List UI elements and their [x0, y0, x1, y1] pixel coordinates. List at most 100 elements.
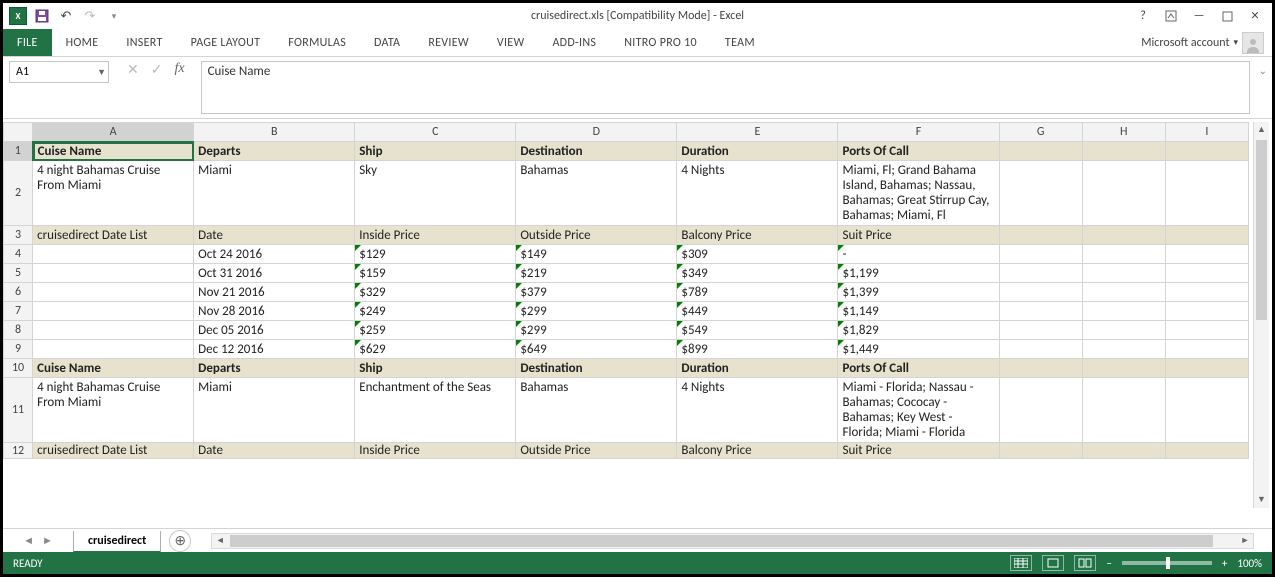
cell-C10[interactable]: Ship [355, 359, 516, 378]
cell-E12[interactable]: Balcony Price [677, 443, 838, 459]
cell-G2[interactable] [999, 161, 1082, 226]
cell-B1[interactable]: Departs [194, 142, 355, 161]
cell-E7[interactable]: $449 [677, 302, 838, 321]
sheet-prev-icon[interactable]: ◄ [23, 534, 34, 547]
cell-G11[interactable] [999, 378, 1082, 443]
scroll-up-icon[interactable]: ▲ [1254, 122, 1269, 138]
cell-I7[interactable] [1165, 302, 1248, 321]
cell-A11[interactable]: 4 night Bahamas Cruise From Miami [33, 378, 194, 443]
formula-cancel-icon[interactable]: ✕ [127, 61, 139, 78]
cell-G4[interactable] [999, 245, 1082, 264]
cell-A5[interactable] [33, 264, 194, 283]
cell-E10[interactable]: Duration [677, 359, 838, 378]
minimize-icon[interactable]: — [1190, 7, 1208, 25]
ribbon-tab-home[interactable]: HOME [52, 29, 113, 56]
hscroll-thumb[interactable] [230, 535, 1213, 547]
cell-C9[interactable]: $629 [355, 340, 516, 359]
cell-H9[interactable] [1082, 340, 1165, 359]
cell-D8[interactable]: $299 [516, 321, 677, 340]
cell-E9[interactable]: $899 [677, 340, 838, 359]
formula-enter-icon[interactable]: ✓ [151, 61, 163, 78]
scroll-left-icon[interactable]: ◄ [212, 534, 228, 548]
cell-H3[interactable] [1082, 226, 1165, 245]
row-header-3[interactable]: 3 [4, 226, 33, 245]
cell-D1[interactable]: Destination [516, 142, 677, 161]
cell-C1[interactable]: Ship [355, 142, 516, 161]
scroll-right-icon[interactable]: ► [1237, 534, 1253, 548]
cell-E2[interactable]: 4 Nights [677, 161, 838, 226]
sheet-next-icon[interactable]: ► [42, 534, 53, 547]
cell-E6[interactable]: $789 [677, 283, 838, 302]
cell-H7[interactable] [1082, 302, 1165, 321]
chevron-down-icon[interactable]: ▼ [97, 67, 106, 78]
cell-G1[interactable] [999, 142, 1082, 161]
cell-G7[interactable] [999, 302, 1082, 321]
name-box[interactable]: A1 ▼ [9, 61, 109, 83]
row-header-10[interactable]: 10 [4, 359, 33, 378]
cell-A9[interactable] [33, 340, 194, 359]
cell-G6[interactable] [999, 283, 1082, 302]
cell-H10[interactable] [1082, 359, 1165, 378]
cell-E5[interactable]: $349 [677, 264, 838, 283]
col-header-E[interactable]: E [677, 123, 838, 142]
normal-view-icon[interactable] [1010, 555, 1032, 571]
cell-G8[interactable] [999, 321, 1082, 340]
cell-B8[interactable]: Dec 05 2016 [194, 321, 355, 340]
cell-I5[interactable] [1165, 264, 1248, 283]
ribbon-tab-nitro-pro-10[interactable]: NITRO PRO 10 [610, 29, 711, 56]
cell-I11[interactable] [1165, 378, 1248, 443]
cell-I2[interactable] [1165, 161, 1248, 226]
cell-E11[interactable]: 4 Nights [677, 378, 838, 443]
redo-icon[interactable]: ↷ [81, 7, 99, 25]
account-label[interactable]: Microsoft account [1141, 36, 1229, 50]
cell-D12[interactable]: Outside Price [516, 443, 677, 459]
cell-D4[interactable]: $149 [516, 245, 677, 264]
cell-C7[interactable]: $249 [355, 302, 516, 321]
cell-G9[interactable] [999, 340, 1082, 359]
vertical-scrollbar[interactable]: ▲ ▼ [1253, 122, 1269, 508]
cell-F2[interactable]: Miami, Fl; Grand Bahama Island, Bahamas;… [838, 161, 999, 226]
row-header-11[interactable]: 11 [4, 378, 33, 443]
cell-C2[interactable]: Sky [355, 161, 516, 226]
col-header-B[interactable]: B [194, 123, 355, 142]
cell-C12[interactable]: Inside Price [355, 443, 516, 459]
cell-I9[interactable] [1165, 340, 1248, 359]
cell-A7[interactable] [33, 302, 194, 321]
row-header-6[interactable]: 6 [4, 283, 33, 302]
page-break-view-icon[interactable] [1074, 555, 1096, 571]
row-header-7[interactable]: 7 [4, 302, 33, 321]
cell-F9[interactable]: $1,449 [838, 340, 999, 359]
col-header-H[interactable]: H [1082, 123, 1165, 142]
zoom-out-icon[interactable]: − [1106, 557, 1111, 570]
cell-H4[interactable] [1082, 245, 1165, 264]
formula-expand-icon[interactable]: ⌄ [1259, 64, 1267, 77]
cell-I6[interactable] [1165, 283, 1248, 302]
row-header-5[interactable]: 5 [4, 264, 33, 283]
cell-I4[interactable] [1165, 245, 1248, 264]
cell-D2[interactable]: Bahamas [516, 161, 677, 226]
scroll-down-icon[interactable]: ▼ [1254, 492, 1269, 508]
cell-A1[interactable]: Cuise Name [33, 142, 194, 161]
cell-E1[interactable]: Duration [677, 142, 838, 161]
avatar-icon[interactable] [1242, 32, 1264, 54]
select-all-corner[interactable] [4, 123, 33, 142]
fx-icon[interactable]: fx [174, 61, 184, 77]
cell-B2[interactable]: Miami [194, 161, 355, 226]
cell-D3[interactable]: Outside Price [516, 226, 677, 245]
cell-H12[interactable] [1082, 443, 1165, 459]
sheet-tab[interactable]: cruisedirect [73, 531, 161, 553]
col-header-G[interactable]: G [999, 123, 1082, 142]
cell-E3[interactable]: Balcony Price [677, 226, 838, 245]
row-header-9[interactable]: 9 [4, 340, 33, 359]
cell-I10[interactable] [1165, 359, 1248, 378]
spreadsheet-grid[interactable]: ABCDEFGHI1Cuise NameDepartsShipDestinati… [3, 122, 1272, 528]
cell-F6[interactable]: $1,399 [838, 283, 999, 302]
cell-H1[interactable] [1082, 142, 1165, 161]
ribbon-tab-team[interactable]: TEAM [711, 29, 769, 56]
cell-B5[interactable]: Oct 31 2016 [194, 264, 355, 283]
cell-F11[interactable]: Miami - Florida; Nassau - Bahamas; Cococ… [838, 378, 999, 443]
cell-F1[interactable]: Ports Of Call [838, 142, 999, 161]
cell-B3[interactable]: Date [194, 226, 355, 245]
chevron-down-icon[interactable]: ▾ [1233, 37, 1238, 48]
cell-E4[interactable]: $309 [677, 245, 838, 264]
